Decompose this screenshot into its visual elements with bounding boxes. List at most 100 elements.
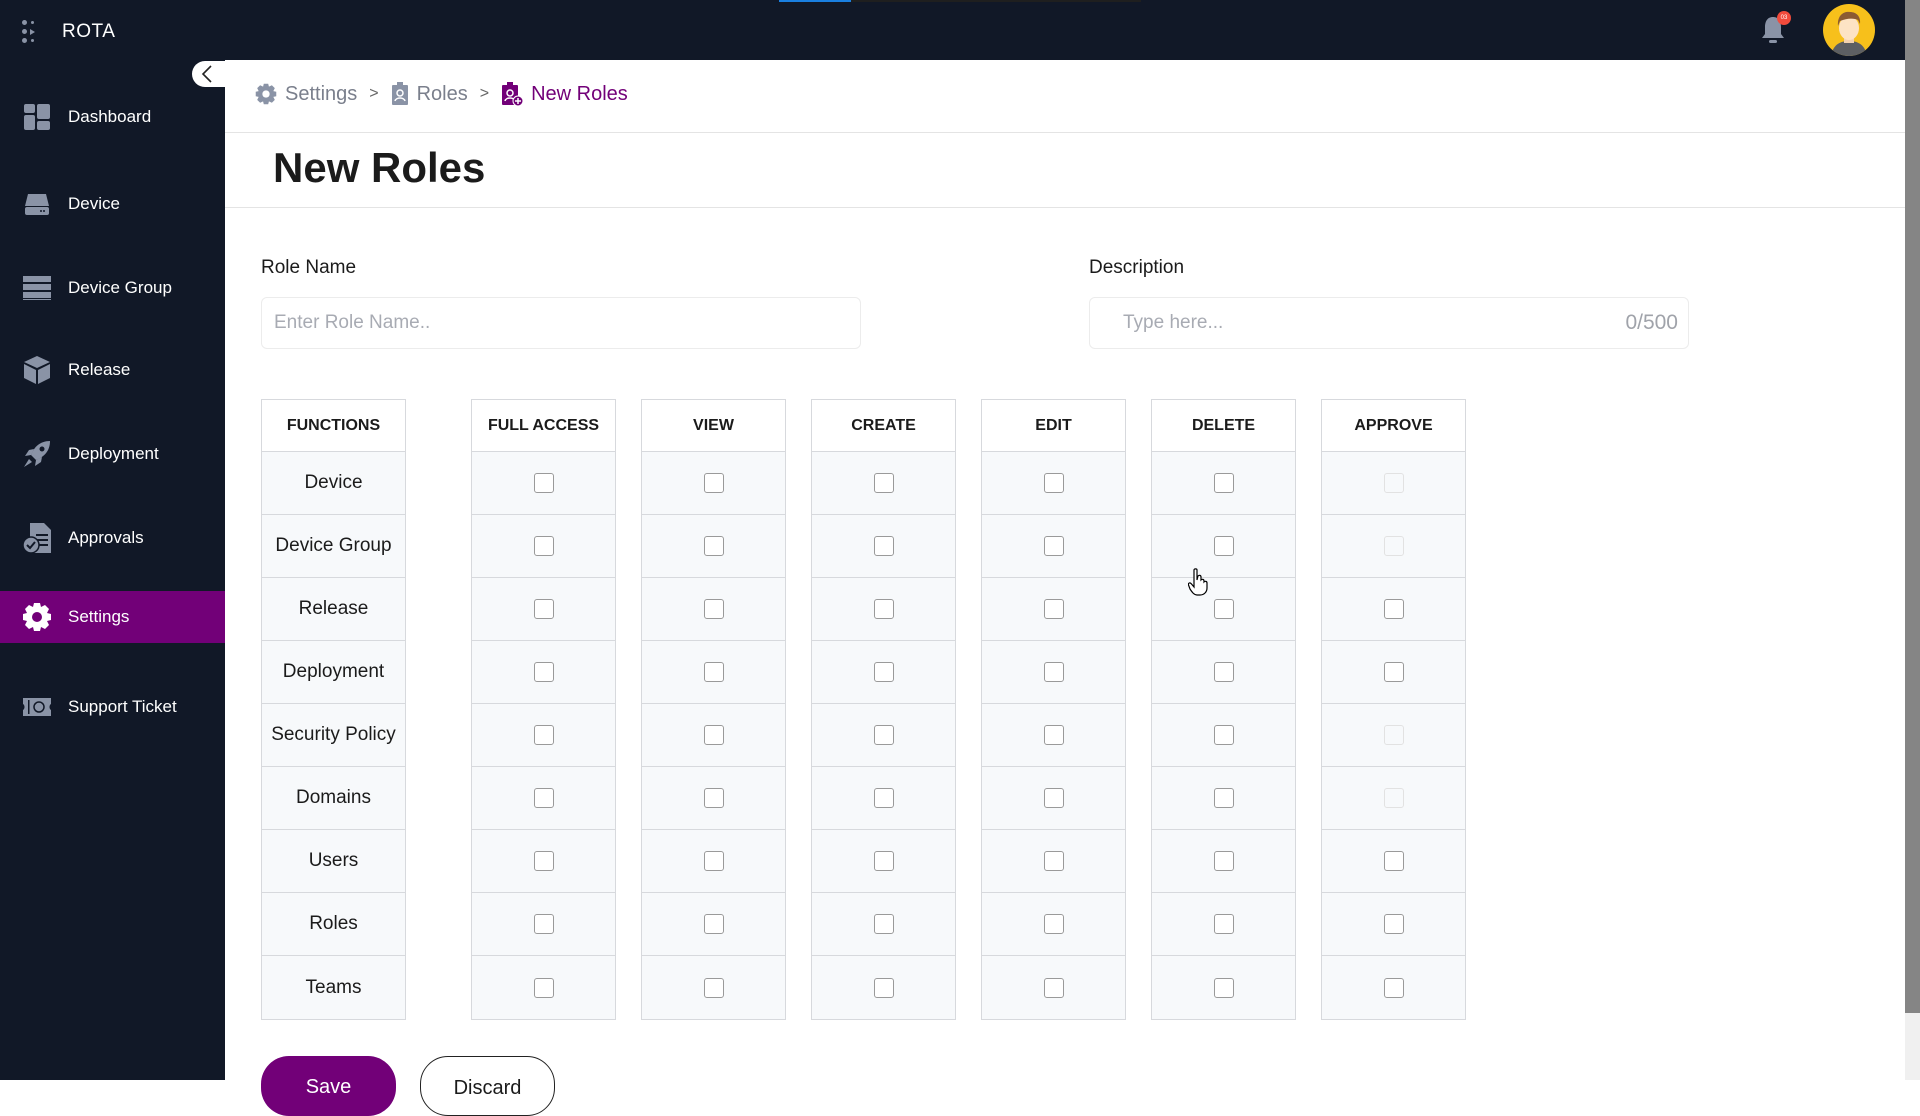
permission-checkbox[interactable] (1383, 599, 1404, 619)
sidebar-item-device[interactable]: Device (0, 178, 225, 230)
discard-button[interactable]: Discard (420, 1056, 555, 1116)
permission-column-edit: EDIT (981, 399, 1126, 1020)
permission-checkbox[interactable] (873, 536, 894, 556)
function-name: Roles (262, 893, 405, 956)
permission-checkbox[interactable] (1213, 662, 1234, 682)
permission-checkbox[interactable] (1043, 914, 1064, 934)
permission-checkbox[interactable] (533, 977, 554, 998)
app-logo[interactable]: ROTA (22, 20, 115, 44)
permission-cell (472, 830, 615, 893)
ticket-icon (22, 693, 52, 721)
permission-checkbox[interactable] (703, 788, 724, 808)
sidebar-item-device-group[interactable]: Device Group (0, 262, 225, 314)
permission-checkbox[interactable] (703, 977, 724, 998)
chevron-left-icon (201, 65, 212, 83)
function-name: Device (262, 452, 405, 515)
breadcrumb-label: Roles (416, 82, 468, 105)
vertical-scrollbar[interactable] (1905, 0, 1920, 1080)
permission-checkbox[interactable] (1213, 599, 1234, 619)
permission-checkbox[interactable] (873, 788, 894, 808)
permission-checkbox[interactable] (1043, 725, 1064, 745)
description-input[interactable] (1123, 312, 1598, 334)
column-header: CREATE (812, 400, 955, 452)
permission-checkbox[interactable] (1043, 536, 1064, 556)
header-divider (225, 132, 1905, 133)
breadcrumb-roles[interactable]: Roles (391, 82, 468, 106)
app-name: ROTA (62, 21, 116, 42)
permission-cell (472, 893, 615, 956)
permission-checkbox[interactable] (533, 788, 554, 808)
permission-cell (982, 641, 1125, 704)
permission-checkbox[interactable] (1043, 599, 1064, 619)
permission-checkbox[interactable] (1043, 851, 1064, 871)
scrollbar-thumb[interactable] (1905, 0, 1920, 1013)
sidebar-item-support-ticket[interactable]: Support Ticket (0, 681, 225, 733)
save-button[interactable]: Save (261, 1056, 396, 1116)
permission-checkbox[interactable] (703, 536, 724, 556)
permission-checkbox[interactable] (1213, 473, 1234, 493)
permission-checkbox[interactable] (873, 473, 894, 493)
id-badge-icon (391, 82, 408, 105)
permission-checkbox[interactable] (533, 851, 554, 871)
permission-cell (812, 956, 955, 1019)
permission-checkbox[interactable] (703, 914, 724, 934)
permission-checkbox[interactable] (1383, 851, 1404, 871)
user-avatar[interactable] (1823, 4, 1875, 56)
permission-checkbox[interactable] (533, 536, 554, 556)
box-icon (22, 356, 52, 384)
role-name-field[interactable] (261, 297, 861, 349)
sidebar-item-deployment[interactable]: Deployment (0, 428, 225, 480)
permission-checkbox[interactable] (873, 851, 894, 871)
function-name: Domains (262, 767, 405, 830)
permission-checkbox[interactable] (703, 599, 724, 619)
permission-checkbox[interactable] (533, 662, 554, 682)
permission-checkbox[interactable] (1043, 977, 1064, 998)
permission-checkbox (1383, 725, 1404, 745)
permission-checkbox[interactable] (703, 662, 724, 682)
permission-checkbox[interactable] (1213, 536, 1234, 556)
permission-checkbox[interactable] (533, 725, 554, 745)
permission-checkbox[interactable] (703, 725, 724, 745)
permission-checkbox[interactable] (1213, 914, 1234, 934)
column-header: DELETE (1152, 400, 1295, 452)
permission-checkbox[interactable] (533, 914, 554, 934)
sidebar-item-dashboard[interactable]: Dashboard (0, 91, 225, 143)
column-header: VIEW (642, 400, 785, 452)
permission-checkbox[interactable] (1213, 788, 1234, 808)
permission-checkbox[interactable] (873, 977, 894, 998)
permission-cell (812, 704, 955, 767)
permission-checkbox[interactable] (703, 851, 724, 871)
permission-checkbox[interactable] (703, 473, 724, 493)
breadcrumb-settings[interactable]: Settings (255, 83, 357, 106)
permission-checkbox[interactable] (1213, 725, 1234, 745)
permission-checkbox[interactable] (1043, 473, 1064, 493)
permission-checkbox[interactable] (1383, 977, 1404, 998)
permission-checkbox[interactable] (873, 725, 894, 745)
sidebar-item-release[interactable]: Release (0, 344, 225, 396)
sidebar-item-label: Settings (68, 607, 130, 626)
permission-cell (1152, 704, 1295, 767)
permission-checkbox[interactable] (1383, 662, 1404, 682)
permission-checkbox[interactable] (1043, 662, 1064, 682)
breadcrumb: Settings > Roles > New Roles (255, 82, 628, 106)
permission-checkbox[interactable] (1383, 914, 1404, 934)
permission-checkbox[interactable] (1213, 977, 1234, 998)
permission-checkbox[interactable] (533, 473, 554, 493)
permission-checkbox[interactable] (1213, 851, 1234, 871)
permission-checkbox[interactable] (533, 599, 554, 619)
loading-progress-fill (779, 0, 852, 2)
sidebar-item-approvals[interactable]: Approvals (0, 512, 225, 564)
permission-cell (1322, 767, 1465, 830)
permission-checkbox[interactable] (1043, 788, 1064, 808)
permission-cell (642, 515, 785, 578)
hand-pointer-icon (1187, 568, 1208, 596)
sidebar-item-settings[interactable]: Settings (0, 591, 225, 643)
permission-checkbox[interactable] (873, 599, 894, 619)
description-field[interactable]: 0/500 (1089, 297, 1689, 349)
permission-cell (982, 956, 1125, 1019)
permission-checkbox[interactable] (873, 914, 894, 934)
permission-cell (642, 578, 785, 641)
role-name-input[interactable] (274, 312, 860, 334)
permission-checkbox[interactable] (873, 662, 894, 682)
permission-cell (982, 704, 1125, 767)
